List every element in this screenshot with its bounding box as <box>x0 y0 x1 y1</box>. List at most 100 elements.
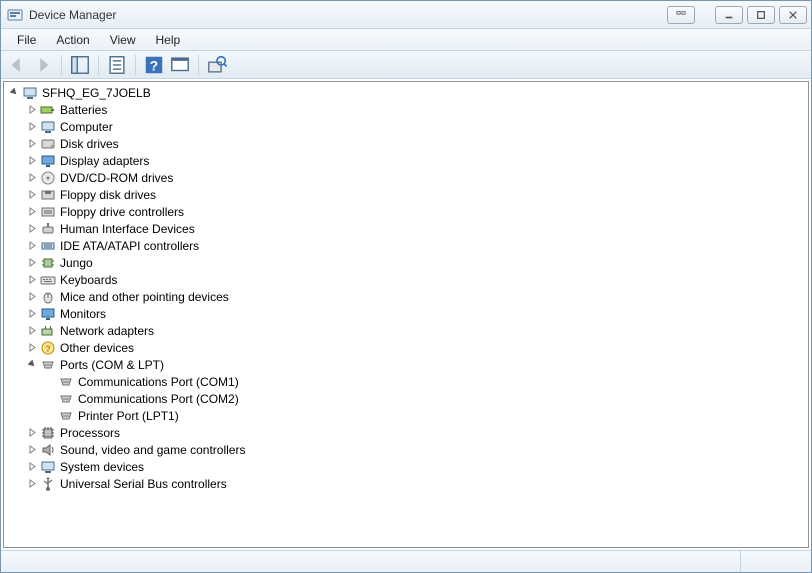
content-area: SFHQ_EG_7JOELB Batteries Computer Disk d… <box>1 79 811 550</box>
expand-icon[interactable] <box>26 257 38 269</box>
toolbar: ? <box>1 51 811 79</box>
tree-item-label: Computer <box>60 120 113 134</box>
tree-item-sound[interactable]: Sound, video and game controllers <box>26 441 806 458</box>
toolbar-divider <box>198 55 199 75</box>
menu-help[interactable]: Help <box>146 29 191 50</box>
update-driver-button[interactable] <box>205 54 229 76</box>
window-title: Device Manager <box>29 8 667 22</box>
chip-icon <box>40 255 56 271</box>
collapse-icon[interactable] <box>26 359 38 371</box>
tree-item-usb[interactable]: Universal Serial Bus controllers <box>26 475 806 492</box>
status-bar <box>1 550 811 572</box>
sound-icon <box>40 442 56 458</box>
other-icon: ? <box>40 340 56 356</box>
tree-item-label: Communications Port (COM1) <box>78 375 239 389</box>
menu-file[interactable]: File <box>7 29 46 50</box>
properties-button[interactable] <box>105 54 129 76</box>
tree-item-computer[interactable]: Computer <box>26 118 806 135</box>
tree-item-lpt1[interactable]: Printer Port (LPT1) <box>44 407 806 424</box>
tree-item-label: Disk drives <box>60 137 119 151</box>
tree-item-keyboards[interactable]: Keyboards <box>26 271 806 288</box>
forward-button[interactable] <box>31 54 55 76</box>
processor-icon <box>40 425 56 441</box>
tree-item-label: Processors <box>60 426 120 440</box>
help-button[interactable]: ? <box>142 54 166 76</box>
tree-item-disk-drives[interactable]: Disk drives <box>26 135 806 152</box>
ide-icon <box>40 238 56 254</box>
port-icon <box>40 357 56 373</box>
disk-icon <box>40 136 56 152</box>
usb-icon <box>40 476 56 492</box>
tree-item-label: Communications Port (COM2) <box>78 392 239 406</box>
tree-item-label: Keyboards <box>60 273 117 287</box>
floppy-ctrl-icon <box>40 204 56 220</box>
cd-icon <box>40 170 56 186</box>
show-hide-tree-button[interactable] <box>68 54 92 76</box>
tree-item-label: Ports (COM & LPT) <box>60 358 164 372</box>
expand-icon[interactable] <box>26 274 38 286</box>
toolbar-divider <box>98 55 99 75</box>
tree-item-display-adapters[interactable]: Display adapters <box>26 152 806 169</box>
computer-icon <box>40 119 56 135</box>
expand-icon[interactable] <box>26 104 38 116</box>
expand-icon[interactable] <box>26 155 38 167</box>
tree-item-hid[interactable]: Human Interface Devices <box>26 220 806 237</box>
maximize-button[interactable] <box>747 6 775 24</box>
tree-item-label: Monitors <box>60 307 106 321</box>
tree-item-jungo[interactable]: Jungo <box>26 254 806 271</box>
computer-icon <box>22 85 38 101</box>
close-button[interactable] <box>779 6 807 24</box>
back-button[interactable] <box>5 54 29 76</box>
port-icon <box>58 408 74 424</box>
tree-item-floppy-controllers[interactable]: Floppy drive controllers <box>26 203 806 220</box>
expand-icon[interactable] <box>26 478 38 490</box>
device-tree[interactable]: SFHQ_EG_7JOELB Batteries Computer Disk d… <box>3 81 809 548</box>
collapse-icon[interactable] <box>8 87 20 99</box>
ports-children: Communications Port (COM1) Communication… <box>26 373 806 424</box>
tree-item-label: Jungo <box>60 256 93 270</box>
scan-hardware-button[interactable] <box>168 54 192 76</box>
tree-item-ide[interactable]: IDE ATA/ATAPI controllers <box>26 237 806 254</box>
expand-icon[interactable] <box>26 189 38 201</box>
expand-icon[interactable] <box>26 206 38 218</box>
status-cell-left <box>1 551 741 572</box>
tree-item-com2[interactable]: Communications Port (COM2) <box>44 390 806 407</box>
tree-item-floppy-drives[interactable]: Floppy disk drives <box>26 186 806 203</box>
expand-icon[interactable] <box>26 172 38 184</box>
menu-action[interactable]: Action <box>46 29 99 50</box>
tree-item-batteries[interactable]: Batteries <box>26 101 806 118</box>
tree-item-other[interactable]: ? Other devices <box>26 339 806 356</box>
expand-icon[interactable] <box>26 461 38 473</box>
expand-icon[interactable] <box>26 240 38 252</box>
tree-item-com1[interactable]: Communications Port (COM1) <box>44 373 806 390</box>
tree-item-mice[interactable]: Mice and other pointing devices <box>26 288 806 305</box>
expand-icon[interactable] <box>26 121 38 133</box>
expand-icon[interactable] <box>26 342 38 354</box>
svg-text:?: ? <box>45 344 51 354</box>
tree-children: Batteries Computer Disk drives Display a… <box>8 101 806 492</box>
tree-item-label: Human Interface Devices <box>60 222 195 236</box>
tree-item-monitors[interactable]: Monitors <box>26 305 806 322</box>
monitor-icon <box>40 306 56 322</box>
minimize-button[interactable] <box>715 6 743 24</box>
tree-item-processors[interactable]: Processors <box>26 424 806 441</box>
toggle-spacer <box>44 410 56 422</box>
expand-icon[interactable] <box>26 138 38 150</box>
battery-icon <box>40 102 56 118</box>
menu-bar: File Action View Help <box>1 29 811 51</box>
tree-item-dvd-cdrom[interactable]: DVD/CD-ROM drives <box>26 169 806 186</box>
title-bar: Device Manager <box>1 1 811 29</box>
expand-icon[interactable] <box>26 325 38 337</box>
expand-icon[interactable] <box>26 291 38 303</box>
tree-item-label: Sound, video and game controllers <box>60 443 245 457</box>
tree-root[interactable]: SFHQ_EG_7JOELB <box>8 84 806 101</box>
expand-icon[interactable] <box>26 308 38 320</box>
expand-icon[interactable] <box>26 444 38 456</box>
menu-view[interactable]: View <box>100 29 146 50</box>
expand-icon[interactable] <box>26 427 38 439</box>
window-extra-button[interactable] <box>667 6 695 24</box>
tree-item-network[interactable]: Network adapters <box>26 322 806 339</box>
tree-item-ports[interactable]: Ports (COM & LPT) <box>26 356 806 373</box>
expand-icon[interactable] <box>26 223 38 235</box>
tree-item-system[interactable]: System devices <box>26 458 806 475</box>
